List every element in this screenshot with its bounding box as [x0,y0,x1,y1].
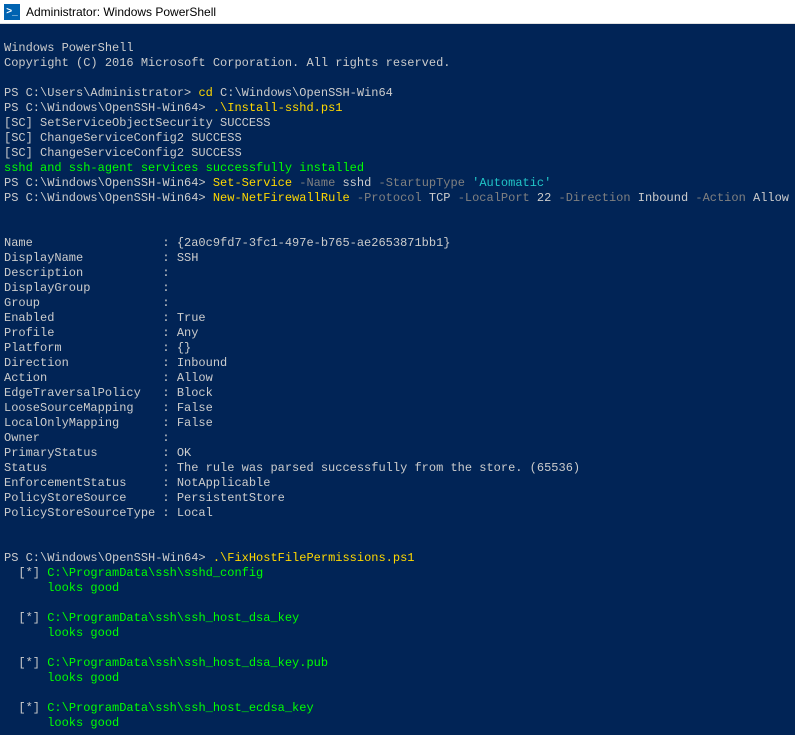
param: -LocalPort [458,191,530,205]
command: .\Install-sshd.ps1 [213,101,343,115]
fw-name: {2a0c9fd7-3fc1-497e-b765-ae2653871bb1} [177,236,451,250]
value: 'Automatic' [472,176,551,190]
fix-file: C:\ProgramData\ssh\sshd_config [47,566,263,580]
fix-file: C:\ProgramData\ssh\ssh_host_dsa_key.pub [47,656,328,670]
command: Set-Service [213,176,292,190]
param: -Name [299,176,335,190]
fix-ok: looks good [4,671,119,685]
fix-prefix: [*] [4,611,40,625]
fw-local: False [177,416,213,430]
output-line: [SC] SetServiceObjectSecurity SUCCESS [4,116,270,130]
value: sshd [342,176,371,190]
command: New-NetFirewallRule [213,191,350,205]
param: -StartupType [379,176,465,190]
prompt: PS C:\Windows\OpenSSH-Win64> [4,101,206,115]
output-line: [SC] ChangeServiceConfig2 SUCCESS [4,131,242,145]
fix-ok: looks good [4,581,119,595]
value: TCP [429,191,451,205]
fw-primary: OK [177,446,191,460]
fix-file: C:\ProgramData\ssh\ssh_host_ecdsa_key [47,701,313,715]
terminal-body[interactable]: Windows PowerShell Copyright (C) 2016 Mi… [0,24,795,735]
fix-prefix: [*] [4,656,40,670]
prompt: PS C:\Windows\OpenSSH-Win64> [4,191,206,205]
value: 22 [537,191,551,205]
fw-platform: {} [177,341,191,355]
argument: C:\Windows\OpenSSH-Win64 [220,86,393,100]
fw-displayname: SSH [177,251,199,265]
window-title: Administrator: Windows PowerShell [26,5,216,19]
fw-action: Allow [177,371,213,385]
value: Allow [753,191,789,205]
fw-direction: Inbound [177,356,227,370]
prompt: PS C:\Users\Administrator> [4,86,191,100]
fix-prefix: [*] [4,701,40,715]
icon-glyph: >_ [6,6,17,17]
title-bar[interactable]: >_ Administrator: Windows PowerShell [0,0,795,24]
prompt: PS C:\Windows\OpenSSH-Win64> [4,551,206,565]
fix-prefix: [*] [4,566,40,580]
value: Inbound [638,191,688,205]
fw-enforce: NotApplicable [177,476,271,490]
fw-profile: Any [177,326,199,340]
command: .\FixHostFilePermissions.ps1 [213,551,415,565]
fw-status: The rule was parsed successfully from th… [177,461,580,475]
powershell-icon: >_ [4,4,20,20]
param: -Protocol [357,191,422,205]
prompt: PS C:\Windows\OpenSSH-Win64> [4,176,206,190]
output-line: [SC] ChangeServiceConfig2 SUCCESS [4,146,242,160]
fw-loose: False [177,401,213,415]
success-line: sshd and ssh-agent services successfully… [4,161,364,175]
fw-enabled: True [177,311,206,325]
param: -Action [695,191,745,205]
header-line: Copyright (C) 2016 Microsoft Corporation… [4,56,450,70]
param: -Direction [559,191,631,205]
header-line: Windows PowerShell [4,41,134,55]
fix-ok: looks good [4,716,119,730]
fw-edge: Block [177,386,213,400]
command: cd [198,86,212,100]
fw-storetype: Local [177,506,213,520]
fix-ok: looks good [4,626,119,640]
fix-file: C:\ProgramData\ssh\ssh_host_dsa_key [47,611,299,625]
fw-store: PersistentStore [177,491,285,505]
